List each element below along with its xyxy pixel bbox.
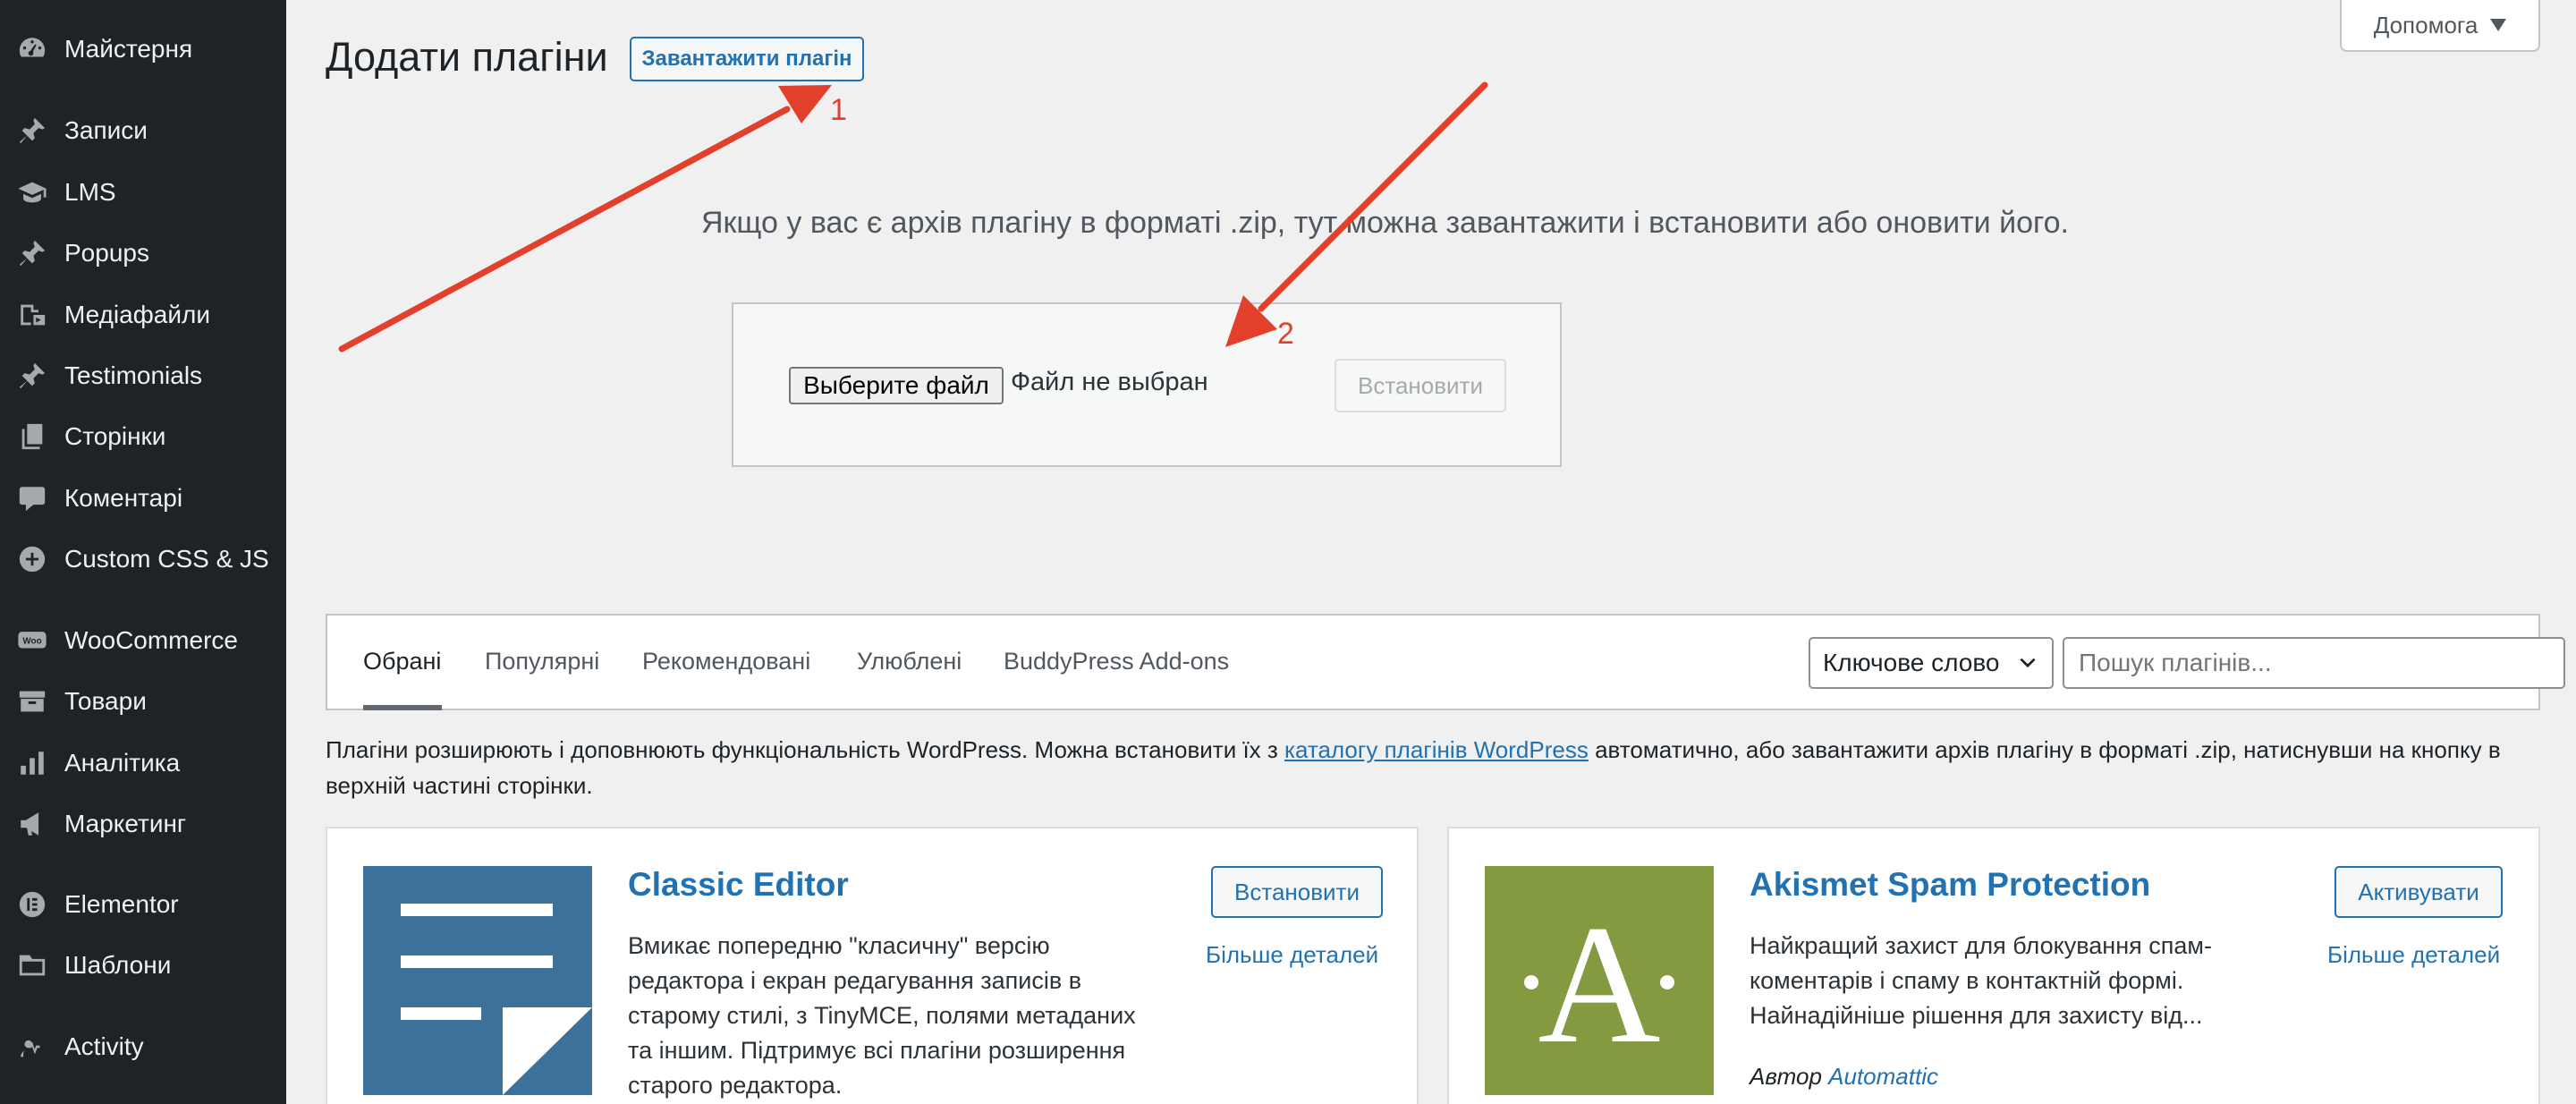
- sidebar-item-label: Custom CSS & JS: [64, 545, 269, 573]
- plugin-description: Вмикає попередню "класичну" версію редак…: [628, 932, 1136, 1099]
- sidebar-item-elementor[interactable]: Elementor: [0, 879, 286, 930]
- plus-circle-icon: [14, 541, 50, 577]
- plugin-directory-link[interactable]: каталогу плагінів WordPress: [1284, 736, 1589, 763]
- graduation-cap-icon: [14, 174, 50, 210]
- plugin-card-akismet: A Akismet Spam Protection Найкращий захи…: [1447, 827, 2540, 1104]
- pin-icon: [14, 113, 50, 149]
- archive-icon: [14, 684, 50, 719]
- plugins-intro-text: Плагіни розширюють і доповнюють функціон…: [326, 732, 2535, 803]
- tab-buddypress-addons[interactable]: BuddyPress Add-ons: [1004, 648, 1229, 675]
- plugin-filter-bar: Обрані Популярні Рекомендовані Улюблені …: [326, 614, 2565, 710]
- sidebar-item-posts[interactable]: Записи: [0, 106, 286, 156]
- plugin-author: Автор Automattic: [1750, 1063, 1938, 1091]
- sidebar-item-label: WooCommerce: [64, 626, 238, 654]
- intro-before: Плагіни розширюють і доповнюють функціон…: [326, 736, 1285, 763]
- plugin-search-input[interactable]: [2063, 637, 2565, 689]
- install-button-disabled[interactable]: Встановити: [1335, 359, 1506, 412]
- svg-text:A: A: [1538, 891, 1660, 1079]
- sidebar-item-label: Сторінки: [64, 422, 166, 450]
- woo-icon: Woo: [14, 623, 50, 658]
- plugin-name-link[interactable]: Classic Editor: [628, 866, 849, 904]
- sidebar-item-label: LMS: [64, 178, 116, 206]
- tab-favorites[interactable]: Улюблені: [857, 648, 962, 675]
- elementor-icon: [14, 887, 50, 922]
- sidebar-item-label: Маркетинг: [64, 810, 187, 837]
- no-file-text: Файл не выбран: [1011, 368, 1208, 396]
- tab-recommended[interactable]: Рекомендовані: [642, 648, 810, 675]
- sidebar-item-label: Медіафайли: [64, 301, 210, 328]
- admin-sidebar: Майстерня Записи LMS Popups Медіафайли T…: [0, 0, 286, 1104]
- upload-help-text: Якщо у вас є архів плагіну в форматі .zi…: [701, 206, 2070, 240]
- tab-popular[interactable]: Популярні: [485, 648, 599, 675]
- sidebar-item-analytics[interactable]: Аналітика: [0, 738, 286, 788]
- sidebar-item-label: Popups: [64, 239, 149, 267]
- sidebar-item-label: Testimonials: [64, 361, 203, 389]
- sidebar-item-label: Майстерня: [64, 35, 193, 63]
- svg-text:Woo: Woo: [22, 637, 41, 647]
- sidebar-item-activity[interactable]: Activity: [0, 1022, 286, 1072]
- author-prefix: Автор: [1750, 1063, 1822, 1090]
- sidebar-item-popups[interactable]: Popups: [0, 228, 286, 278]
- plugin-card-classic-editor: Classic Editor Вмикає попередню "класичн…: [326, 827, 1419, 1104]
- akismet-icon: A: [1485, 866, 1714, 1095]
- annotation-label-1: 1: [830, 93, 847, 127]
- sidebar-item-label: Коментарі: [64, 484, 183, 512]
- sidebar-item-label: Activity: [64, 1032, 144, 1060]
- search-type-select[interactable]: Ключове слово: [1809, 637, 2054, 689]
- triangle-down-icon: [2490, 19, 2507, 31]
- sidebar-item-comments[interactable]: Коментарі: [0, 473, 286, 523]
- sidebar-item-woocommerce[interactable]: Woo WooCommerce: [0, 616, 286, 666]
- media-icon: [14, 297, 50, 333]
- sidebar-item-custom-css-js[interactable]: Custom CSS & JS: [0, 534, 286, 584]
- help-label: Допомога: [2373, 11, 2479, 38]
- megaphone-icon: [14, 806, 50, 842]
- pages-icon: [14, 419, 50, 454]
- classic-editor-icon: [363, 866, 592, 1095]
- sidebar-item-label: Шаблони: [64, 951, 172, 979]
- sidebar-item-marketing[interactable]: Маркетинг: [0, 799, 286, 849]
- help-tab-button[interactable]: Допомога: [2340, 0, 2540, 52]
- sidebar-item-dashboard[interactable]: Майстерня: [0, 24, 286, 74]
- sidebar-item-label: Товари: [64, 687, 147, 715]
- tab-featured[interactable]: Обрані: [363, 648, 441, 675]
- plugin-description: Найкращий захист для блокування спам-ком…: [1750, 932, 2212, 1029]
- more-details-link[interactable]: Більше деталей: [2327, 941, 2500, 969]
- folder-icon: [14, 947, 50, 983]
- dashboard-icon: [14, 31, 50, 67]
- page-title: Додати плагіни: [326, 34, 608, 80]
- comment-icon: [14, 480, 50, 516]
- activity-icon: [14, 1029, 50, 1065]
- chevron-down-icon: [2020, 658, 2036, 668]
- sidebar-item-products[interactable]: Товари: [0, 676, 286, 726]
- sidebar-item-label: Аналітика: [64, 749, 181, 777]
- bar-chart-icon: [14, 745, 50, 781]
- more-details-link[interactable]: Більше деталей: [1206, 941, 1378, 969]
- activate-button[interactable]: Активувати: [2334, 866, 2503, 918]
- sidebar-item-testimonials[interactable]: Testimonials: [0, 351, 286, 401]
- sidebar-item-pages[interactable]: Сторінки: [0, 412, 286, 462]
- sidebar-item-label: Elementor: [64, 890, 179, 918]
- choose-file-button[interactable]: Выберите файл: [789, 367, 1004, 404]
- search-type-value: Ключове слово: [1823, 649, 2000, 676]
- pin-icon: [14, 235, 50, 271]
- install-now-button[interactable]: Встановити: [1211, 866, 1383, 918]
- annotation-label-2: 2: [1277, 317, 1294, 351]
- pin-icon: [14, 358, 50, 394]
- sidebar-item-media[interactable]: Медіафайли: [0, 290, 286, 340]
- plugin-name-link[interactable]: Akismet Spam Protection: [1750, 866, 2150, 904]
- upload-plugin-button[interactable]: Завантажити плагін: [630, 37, 864, 81]
- active-tab-indicator: [363, 705, 442, 710]
- sidebar-item-label: Записи: [64, 116, 148, 144]
- sidebar-item-templates[interactable]: Шаблони: [0, 940, 286, 990]
- sidebar-item-lms[interactable]: LMS: [0, 167, 286, 217]
- author-link[interactable]: Automattic: [1828, 1063, 1938, 1090]
